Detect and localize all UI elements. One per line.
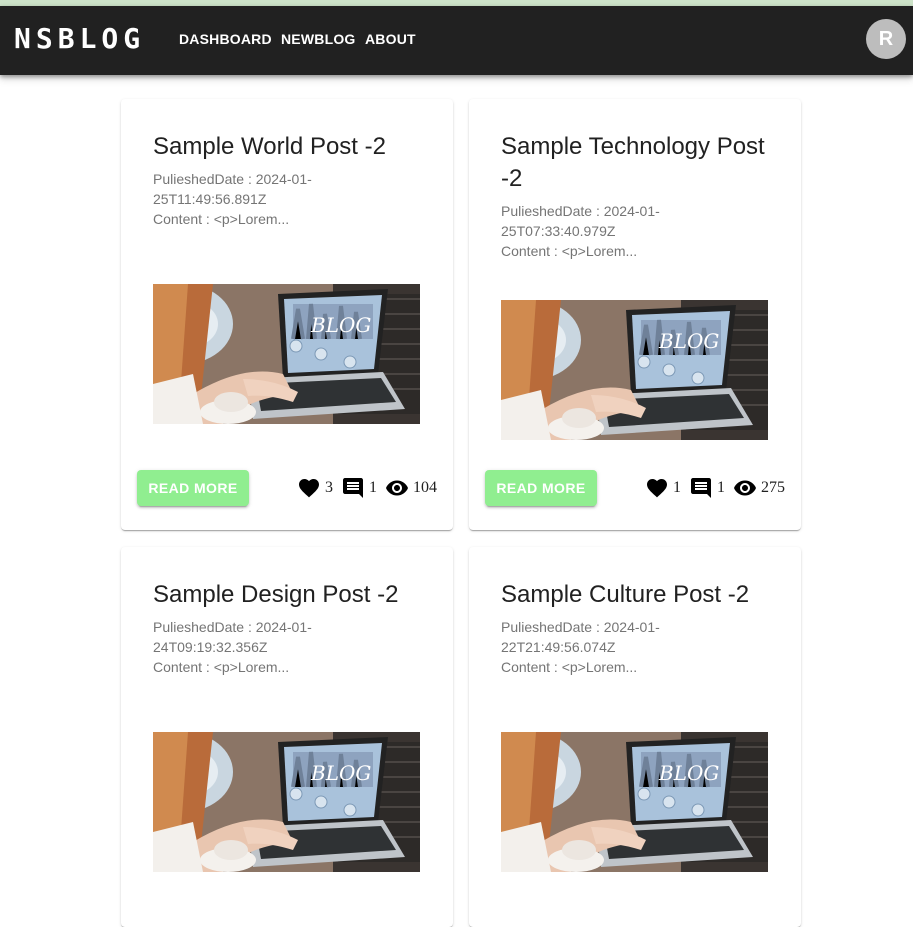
post-date-line: PulieshedDate : 2024-01-: [501, 619, 660, 635]
nav-newblog[interactable]: NEWBLOG: [281, 31, 356, 47]
post-image: [153, 732, 420, 872]
avatar[interactable]: R: [866, 19, 906, 59]
post-title: Sample Culture Post -2: [501, 581, 750, 608]
card-content: Sample Culture Post -2 PulieshedDate : 2…: [501, 579, 771, 677]
post-card: Sample Design Post -2 PulieshedDate : 20…: [121, 547, 453, 927]
like-count: 3: [325, 479, 333, 496]
post-date-line: PulieshedDate : 2024-01-: [153, 171, 312, 187]
post-title: Sample Design Post -2: [153, 581, 399, 608]
like-count: 1: [673, 479, 681, 496]
card-content: Sample Technology Post -2 PulieshedDate …: [501, 131, 771, 261]
post-card: Sample Culture Post -2 PulieshedDate : 2…: [469, 547, 801, 927]
nav-about[interactable]: ABOUT: [365, 31, 416, 47]
comment-count: 1: [369, 479, 377, 496]
post-image: [501, 732, 768, 872]
eye-icon: [385, 476, 409, 500]
comment-icon[interactable]: [689, 476, 713, 500]
read-more-button[interactable]: READ MORE: [137, 470, 249, 506]
post-date-line2: 22T21:49:56.074Z: [501, 639, 616, 655]
post-title: Sample Technology Post: [501, 133, 765, 160]
nav-dashboard[interactable]: DASHBOARD: [179, 31, 272, 47]
view-count: 275: [761, 479, 785, 496]
heart-icon[interactable]: [297, 476, 321, 500]
post-date-line: PulieshedDate : 2024-01-: [153, 619, 312, 635]
read-more-button[interactable]: READ MORE: [485, 470, 597, 506]
post-stats: 1 1 275: [645, 476, 785, 500]
post-date-line: PulieshedDate : 2024-01-: [501, 203, 660, 219]
comment-icon[interactable]: [341, 476, 365, 500]
post-image: [501, 300, 768, 440]
post-stats: 3 1 104: [297, 476, 437, 500]
post-content: Content : <p>Lorem...: [501, 243, 638, 259]
card-content: Sample Design Post -2 PulieshedDate : 20…: [153, 579, 423, 677]
post-content: Content : <p>Lorem...: [501, 659, 638, 675]
brand-logo[interactable]: NSBLOG: [14, 22, 145, 56]
post-title-wrap: -2: [501, 165, 523, 192]
heart-icon[interactable]: [645, 476, 669, 500]
post-image: [153, 284, 420, 424]
eye-icon: [733, 476, 757, 500]
post-date-line2: 25T07:33:40.979Z: [501, 223, 616, 239]
comment-count: 1: [717, 479, 725, 496]
post-date-line2: 24T09:19:32.356Z: [153, 639, 268, 655]
post-card: Sample Technology Post -2 PulieshedDate …: [469, 99, 801, 530]
post-content: Content : <p>Lorem...: [153, 659, 290, 675]
post-title: Sample World Post -2: [153, 133, 386, 160]
post-content: Content : <p>Lorem...: [153, 211, 290, 227]
post-date-line2: 25T11:49:56.891Z: [153, 191, 267, 207]
view-count: 104: [413, 479, 437, 496]
post-card: Sample World Post -2 PulieshedDate : 202…: [121, 99, 453, 530]
app-bar: NSBLOG DASHBOARD NEWBLOG ABOUT R: [0, 6, 913, 75]
card-content: Sample World Post -2 PulieshedDate : 202…: [153, 131, 423, 229]
